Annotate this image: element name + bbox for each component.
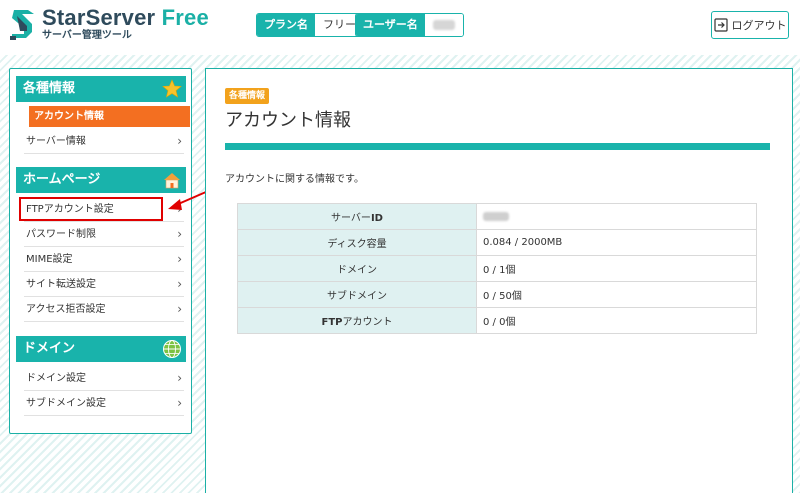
account-info-table: サーバーID ディスク容量 0.084 / 2000MB ドメイン 0 / 1個… [237, 203, 757, 334]
sidebar-item-label: パスワード制限 [26, 229, 96, 240]
logout-button[interactable]: ログアウト [711, 11, 789, 39]
row-key-subdomain: サブドメイン [237, 281, 477, 308]
logo-title-main: StarServer [42, 5, 156, 30]
sidebar-item-label: ドメイン設定 [26, 373, 86, 384]
sidebar-item-label: サイト転送設定 [26, 279, 96, 290]
sidebar-item-access-deny[interactable]: アクセス拒否設定 › [24, 297, 184, 322]
section-domain-title: ドメイン [23, 341, 76, 356]
section-info-title: 各種情報 [23, 81, 76, 96]
sidebar-item-label: アカウント情報 [34, 111, 104, 122]
table-row: FTPアカウント 0 / 0個 [237, 307, 757, 334]
user-value [424, 14, 463, 36]
logo-title-accent: Free [155, 5, 209, 30]
row-key-server-id: サーバーID [237, 203, 477, 230]
header: StarServer Free サーバー管理ツール プラン名 フリー ユーザー名… [0, 0, 800, 55]
row-key-domain: ドメイン [237, 255, 477, 282]
page-description: アカウントに関する情報です。 [225, 174, 364, 185]
starserver-logo-icon [10, 10, 34, 40]
logout-label: ログアウト [731, 19, 787, 32]
sidebar-item-subdomain-settings[interactable]: サブドメイン設定 › [24, 391, 184, 416]
table-row: ディスク容量 0.084 / 2000MB [237, 229, 757, 256]
logout-icon [713, 18, 728, 32]
user-label: ユーザー名 [356, 14, 425, 36]
sidebar-item-mime[interactable]: MIME設定 › [24, 247, 184, 272]
title-underline [225, 143, 770, 150]
main-panel: 各種情報 アカウント情報 アカウントに関する情報です。 サーバーID ディスク容… [205, 68, 793, 493]
sidebar-item-label: MIME設定 [26, 254, 73, 265]
sidebar-item-label: アクセス拒否設定 [26, 304, 106, 315]
row-key-ftp-account: FTPアカウント [237, 307, 477, 334]
blurred-username [432, 20, 455, 30]
section-info-header: 各種情報 [16, 76, 186, 102]
chevron-right-icon: › [177, 277, 182, 291]
sidebar: 各種情報 アカウント情報 サーバー情報 › ホームページ FTPアカウント設定 … [9, 68, 192, 434]
section-badge: 各種情報 [225, 88, 270, 104]
sidebar-item-password-limit[interactable]: パスワード制限 › [24, 222, 184, 247]
plan-label: プラン名 [257, 14, 315, 36]
page-title: アカウント情報 [225, 110, 351, 131]
table-row: サブドメイン 0 / 50個 [237, 281, 757, 308]
logo-subtitle: サーバー管理ツール [42, 30, 132, 41]
logo[interactable]: StarServer Free サーバー管理ツール [8, 6, 209, 42]
section-domain-header: ドメイン [16, 336, 186, 362]
logo-title: StarServer Free [42, 6, 209, 30]
sidebar-item-label: サーバー情報 [26, 136, 86, 147]
chevron-right-icon: › [177, 371, 182, 385]
sidebar-item-server-info[interactable]: サーバー情報 › [24, 129, 184, 154]
row-value-disk: 0.084 / 2000MB [476, 229, 757, 256]
star-icon [162, 79, 182, 98]
plan-pill: プラン名 フリー [256, 13, 365, 37]
sidebar-item-account-info[interactable]: アカウント情報 [29, 106, 190, 127]
row-value-subdomain: 0 / 50個 [476, 281, 757, 308]
chevron-right-icon: › [177, 302, 182, 316]
globe-icon [163, 340, 181, 358]
table-row: ドメイン 0 / 1個 [237, 255, 757, 282]
annotation-highlight-box [19, 197, 163, 221]
chevron-right-icon: › [177, 134, 182, 148]
row-value-ftp-account: 0 / 0個 [476, 307, 757, 334]
sidebar-item-site-redirect[interactable]: サイト転送設定 › [24, 272, 184, 297]
blurred-server-id [483, 211, 509, 221]
row-value-domain: 0 / 1個 [476, 255, 757, 282]
table-row: サーバーID [237, 203, 757, 230]
chevron-right-icon: › [177, 227, 182, 241]
sidebar-item-label: サブドメイン設定 [26, 398, 106, 409]
row-key-disk: ディスク容量 [237, 229, 477, 256]
user-pill: ユーザー名 [355, 13, 464, 37]
row-value-server-id [476, 203, 757, 230]
sidebar-item-domain-settings[interactable]: ドメイン設定 › [24, 366, 184, 391]
chevron-right-icon: › [177, 252, 182, 266]
chevron-right-icon: › [177, 396, 182, 410]
section-homepage-title: ホームページ [23, 172, 101, 187]
